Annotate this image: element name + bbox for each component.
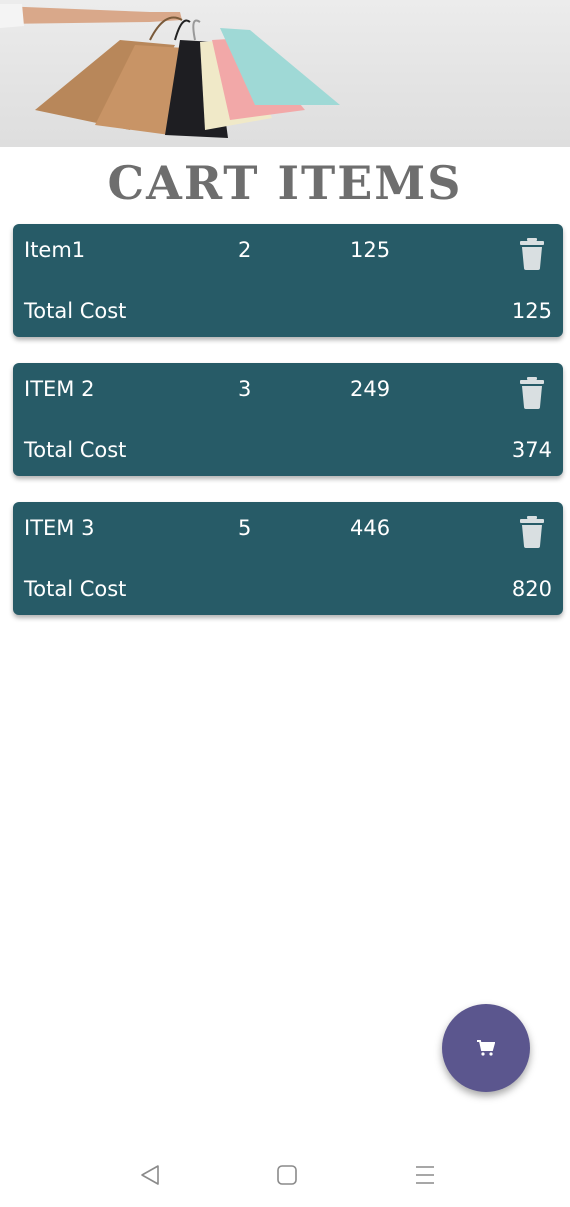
- item-quantity: 3: [238, 377, 252, 401]
- trash-icon: [520, 238, 544, 270]
- item-price: 125: [350, 238, 391, 262]
- trash-icon: [520, 516, 544, 548]
- total-cost-value: 125: [511, 299, 552, 323]
- item-price: 446: [350, 516, 391, 540]
- shopping-bags-illustration: [0, 4, 340, 138]
- menu-lines-icon: [416, 1166, 434, 1184]
- page-title: CART ITEMS: [107, 156, 463, 210]
- back-triangle-icon: [141, 1165, 159, 1185]
- nav-menu-button[interactable]: [410, 1160, 440, 1190]
- cart-item-card: ITEM 3 5 446 Total Cost 820: [13, 502, 563, 615]
- total-cost-label: Total Cost: [24, 299, 127, 323]
- trash-icon: [520, 377, 544, 409]
- nav-home-button[interactable]: [272, 1160, 302, 1190]
- cart-item-card: ITEM 2 3 249 Total Cost 374: [13, 363, 563, 476]
- total-cost-value: 820: [511, 577, 552, 601]
- total-cost-label: Total Cost: [24, 438, 127, 462]
- item-price: 249: [350, 377, 391, 401]
- item-quantity: 5: [238, 516, 252, 540]
- cart-fab-button[interactable]: [442, 1004, 530, 1092]
- nav-back-button[interactable]: [135, 1160, 165, 1190]
- item-quantity: 2: [238, 238, 252, 262]
- banner-image: [0, 0, 570, 147]
- item-name: Item1: [24, 238, 86, 262]
- delete-item-button[interactable]: [519, 377, 545, 409]
- total-cost-label: Total Cost: [24, 577, 127, 601]
- cart-icon: [477, 1040, 495, 1056]
- item-name: ITEM 3: [24, 516, 95, 540]
- delete-item-button[interactable]: [519, 516, 545, 548]
- cart-item-card: Item1 2 125 Total Cost 125: [13, 224, 563, 337]
- item-name: ITEM 2: [24, 377, 95, 401]
- total-cost-value: 374: [511, 438, 552, 462]
- cart-list: Item1 2 125 Total Cost 125 ITEM 2 3 249 …: [13, 224, 563, 641]
- system-nav-bar: [0, 1140, 570, 1207]
- delete-item-button[interactable]: [519, 238, 545, 270]
- home-square-icon: [277, 1165, 297, 1185]
